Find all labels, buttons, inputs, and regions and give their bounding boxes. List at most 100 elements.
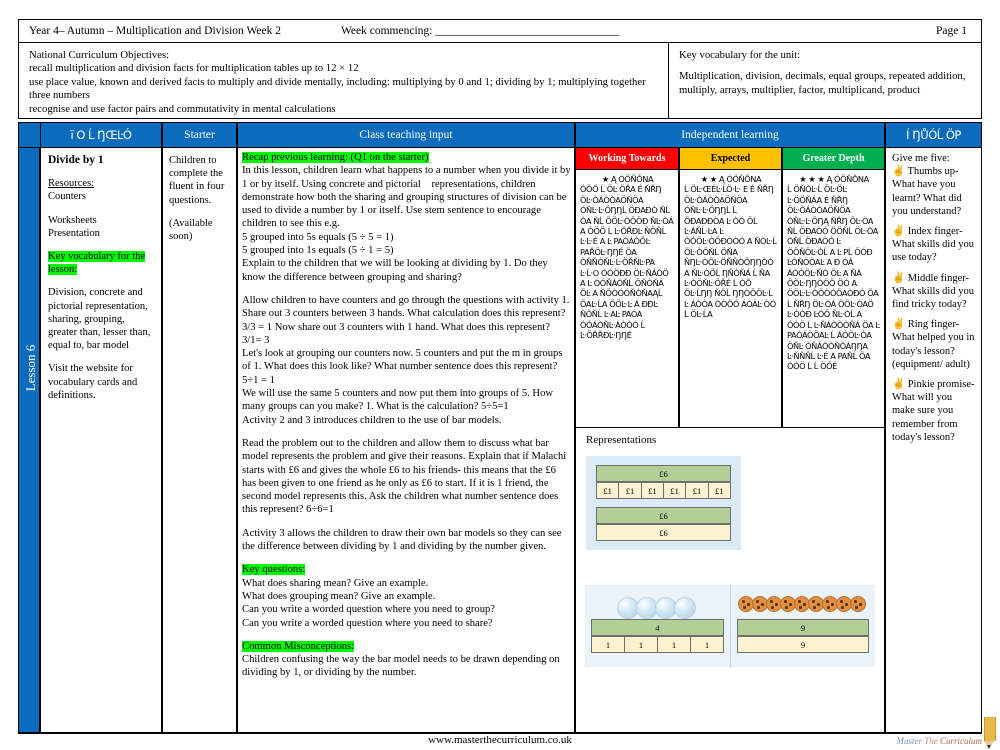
star-suffix-text: Ą ÓÖŇŎNA [826, 174, 870, 184]
website-note: Visit the website for vocabulary cards a… [48, 363, 138, 401]
class-teaching-input-body: Recap previous learning: (Q1 on the star… [238, 148, 574, 680]
brand-logo: Master The Curriculum [896, 736, 982, 746]
unit-title: Year 4– Autumn – Multiplication and Divi… [29, 25, 281, 37]
stem-sentence-1: 5 grouped into 5s equals (5 ÷ 5 = 1) [242, 231, 394, 243]
class-teaching-input-column: Recap previous learning: (Q1 on the star… [237, 148, 575, 733]
cookie-group [737, 589, 869, 619]
logo-word-3: Curriculum [939, 736, 982, 746]
problem-paragraph: Read the problem out to the children and… [242, 437, 567, 516]
star-icon: ★ [601, 174, 609, 184]
lesson-title: Divide by 1 [48, 154, 104, 166]
plenary-item-1: ✌ Thumbs up- What have you learnt? What … [892, 165, 976, 218]
star-icon: ★ ★ ★ [799, 174, 825, 184]
marbles-bar-parts: 1 1 1 1 [591, 636, 724, 653]
lesson-spine: Lesson 6 [18, 148, 40, 733]
key-questions-heading-text: Key questions: [242, 564, 306, 576]
cookies-bar-part: 9 [737, 636, 869, 653]
activity1-intro: Allow children to have counters and go t… [242, 294, 570, 306]
key-vocab-unit-text: Multiplication, division, decimals, equa… [679, 70, 966, 96]
recap-close: Explain to the children that we will be … [242, 258, 548, 283]
plenary-item-4: ✌ Ring finger- What helped you in today'… [892, 318, 976, 371]
header-learning-objective-label: ï O Ĺ ŊŒĿÓ [70, 128, 133, 142]
header-learning-objective: ï O Ĺ ŊŒĿÓ [40, 122, 162, 148]
pencil-icon [984, 717, 996, 749]
spine-header [18, 122, 40, 148]
footer-url[interactable]: www.masterthecurriculum.co.uk [0, 734, 1000, 746]
recap-heading-text: Recap previous learning: (Q1 on the star… [242, 152, 429, 163]
activity1-body: Share out 3 counters between 3 hands. Wh… [242, 308, 566, 346]
marbles-bar-whole: 4 [591, 619, 724, 636]
representations-counters-panel: 4 1 1 1 1 9 9 [585, 585, 875, 667]
bar-cell: 1 [591, 636, 625, 653]
key-vocab-lesson-heading: Key vocabulary for the lesson: [48, 250, 155, 276]
bar-cell: 1 [691, 636, 724, 653]
star-rating-3: ★ ★ ★ Ą ÓÖŇŎNA [787, 174, 881, 184]
plenary-intro: Give me five: [892, 153, 950, 164]
hand-icon: ✌ [892, 272, 906, 284]
stem-sentence-2: 5 grouped into 1s equals (5 ÷ 1 = 5) [242, 245, 394, 257]
key-vocabulary-unit: Key vocabulary for the unit: Multiplicat… [669, 43, 981, 118]
activity-2-3-note: Activity 2 and 3 introduces children to … [242, 414, 502, 426]
star-icon: ★ ★ [700, 174, 717, 184]
nc-objectives-heading: National Curriculum Objectives: [29, 49, 170, 61]
key-vocab-lesson-heading-text: Key vocabulary for the lesson: [48, 251, 146, 276]
nc-objective-1: recall multiplication and division facts… [29, 62, 359, 75]
bar-model-1-whole: £6 [596, 465, 731, 482]
plenary-column: Give me five: ✌ Thumbs up- What have you… [885, 148, 982, 733]
learning-objective-column: Divide by 1 Resources: Counters Workshee… [40, 148, 162, 733]
pencil-body [984, 717, 996, 741]
logo-word-2: The [924, 736, 938, 746]
bar-model-1-parts: £1 £1 £1 £1 £1 £1 [596, 482, 731, 499]
hand-icon: ✌ [892, 166, 906, 178]
pencil-lead [987, 745, 991, 749]
key-vocab-unit-heading: Key vocabulary for the unit: [679, 49, 801, 61]
bar-model-group-1: £6 £1 £1 £1 £1 £1 £1 £6 £6 [586, 456, 741, 550]
star-suffix-text: Ą ÓÖŇŎNA [719, 174, 762, 184]
bar-cell: 1 [625, 636, 658, 653]
starter-column: Children to complete the fluent in four … [162, 148, 237, 733]
header-class-teaching-input: Class teaching input [237, 122, 575, 148]
week-commencing-field[interactable]: Week commencing: _______________________… [281, 25, 619, 37]
greater-depth-body: Ĺ ÖŇÒĿ·Ĺ ÖĿ·ÖĿ Ŀ·ÖÖŇÁA É ŇŘŊ ÖĿ·ÒÁÒÒAÖŇÖ… [787, 184, 880, 372]
plenary-item-2-text: Index finger- What skills did you use to… [892, 226, 974, 264]
band-expected: Expected [679, 148, 782, 170]
header-plenary-label: Í ŊŮÓĹ ÖP [906, 128, 961, 142]
misconceptions-heading: Common Misconceptions: [242, 640, 572, 653]
starter-note: (Available soon) [169, 217, 213, 243]
nc-objective-2: use place value, known and derived facts… [29, 75, 646, 102]
bar-model-2-whole: £6 [596, 507, 731, 524]
band-greater-depth: Greater Depth [782, 148, 885, 170]
national-curriculum-objectives: National Curriculum Objectives: recall m… [19, 43, 669, 118]
expected-body: Ĺ ÖĿ·ŒÉĿ·ĹÖ·Ŀ· E É ŇŘŊ ÖĿ·ÒÁÒÒAÖŇÖA ÒŇĿ·… [684, 184, 777, 320]
lesson-number-label: Lesson 6 [23, 344, 38, 392]
plenary-item-2: ✌ Index finger- What skills did you use … [892, 225, 976, 265]
header-starter: Starter [162, 122, 237, 148]
bar-cell: 1 [658, 636, 691, 653]
representations-panel: Representations £6 £1 £1 £1 £1 £1 £1 £6 … [575, 428, 885, 733]
key-question-2: What does grouping mean? Give an example… [242, 590, 436, 602]
nc-objective-3: recognise and use factor pairs and commu… [29, 102, 336, 115]
key-question-1: What does sharing mean? Give an example. [242, 577, 429, 589]
resources-label: Resources: [48, 178, 95, 190]
recap-body: In this lesson, children learn what happ… [242, 165, 571, 230]
marble-group [591, 589, 724, 619]
grouping-body: Let's look at grouping our counters now.… [242, 348, 563, 386]
bar-cell: £1 [663, 482, 687, 499]
column-greater-depth: ★ ★ ★ Ą ÓÖŇŎNA Ĺ ÖŇÒĿ·Ĺ ÖĿ·ÖĿ Ŀ·ÖÖŇÁA É … [782, 170, 885, 428]
star-suffix-text: Ą ÓÖŇŎNA [610, 174, 654, 184]
recap-heading: Recap previous learning: (Q1 on the star… [242, 151, 572, 164]
key-questions-heading: Key questions: [242, 563, 572, 576]
marble-icon [673, 597, 696, 619]
objectives-row: National Curriculum Objectives: recall m… [18, 43, 982, 119]
